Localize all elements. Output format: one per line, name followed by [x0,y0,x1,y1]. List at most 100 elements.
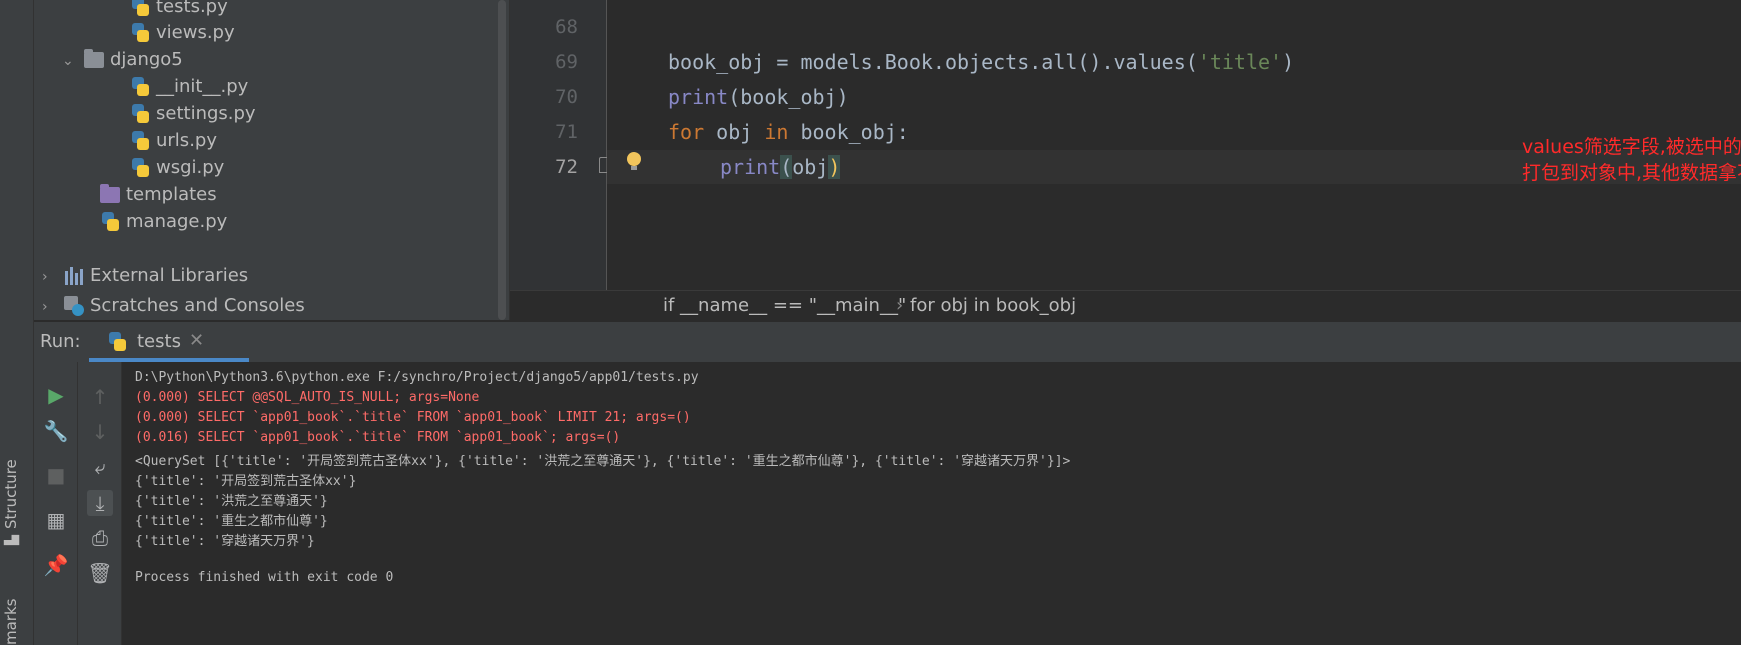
python-file-icon [130,131,150,151]
left-tool-strip: ▙ Structure marks [0,0,34,645]
rerun-icon[interactable]: ▶ [43,382,69,408]
tree-item-label: templates [126,184,217,205]
python-file-icon [107,332,127,352]
arrow-down-icon[interactable]: ↓ [87,419,113,445]
keyword-token: for [668,120,705,144]
run-label: Run: [40,331,81,352]
bracket-token: ( [780,155,793,179]
code-line-71: for obj in book_obj: [668,120,909,144]
tree-item-settings-py[interactable]: settings.py [130,99,256,129]
code-token: book_obj: [788,120,909,144]
chevron-right-icon[interactable]: › [42,262,56,292]
console-line: {'title': '重生之都市仙尊'} [135,514,328,529]
line-number: 71 [555,121,578,143]
project-scrollbar[interactable] [495,0,510,320]
tree-item-init-py[interactable]: __init__.py [130,72,248,102]
python-file-icon [130,0,150,17]
console-line: {'title': '开局签到荒古圣体xx'} [135,474,357,489]
tree-item-urls-py[interactable]: urls.py [130,126,217,156]
run-tab-tests[interactable]: tests ✕ [89,322,249,362]
annotation-line: 打包到对象中,其他数据拿不到了 [1522,162,1741,184]
code-token: obj [792,155,829,179]
builtin-token: print [668,85,729,109]
line-number-current: 72 [555,156,578,178]
python-file-icon [130,158,150,178]
tree-item-django5[interactable]: ⌄ django5 [62,45,183,75]
chevron-down-icon[interactable]: ⌄ [62,46,76,76]
bookmarks-tab[interactable]: marks [2,599,20,645]
tree-item-label: tests.py [156,0,228,17]
run-toolbar-secondary: ↑ ↓ ⤶ ⤓ ⎙ 🗑 [78,362,122,645]
tree-item-label: Scratches and Consoles [90,295,305,316]
breadcrumb-separator: › [896,295,904,316]
close-icon[interactable]: ✕ [189,330,204,351]
stop-icon[interactable]: ■ [43,462,69,488]
structure-tab-label: Structure [2,459,20,529]
library-icon [64,267,84,285]
builtin-token: print [720,155,781,179]
structure-icon: ▙ [5,535,20,545]
pin-icon[interactable]: 📌 [43,552,69,578]
console-line: <QuerySet [{'title': '开局签到荒古圣体xx'}, {'ti… [135,454,1071,469]
breadcrumb-item[interactable]: if __name__ == "__main__" [663,291,906,321]
tree-item-manage-py[interactable]: manage.py [100,207,227,237]
console-line: D:\Python\Python3.6\python.exe F:/synchr… [135,370,699,385]
code-editor[interactable]: 68 69 70 71 72 book_obj = models.Book.ob… [510,0,1741,290]
soft-wrap-icon[interactable]: ⤶ [87,454,113,480]
run-toolbar-primary: ▶ 🔧 ■ ▦ 📌 [34,362,78,645]
breadcrumb: if __name__ == "__main__" › for obj in b… [510,290,1741,321]
chevron-right-icon[interactable]: › [42,292,56,322]
code-token: book_obj = models.Book.objects.all().val… [668,50,1198,74]
console-line: Process finished with exit code 0 [135,570,394,585]
bracket-token: ) [828,155,841,179]
scrollbar-thumb[interactable] [498,0,506,320]
python-file-icon [100,212,120,232]
editor-gutter: 68 69 70 71 72 [510,0,613,290]
string-token: 'title' [1197,50,1283,74]
arrow-up-icon[interactable]: ↑ [87,384,113,410]
console-line: {'title': '穿越诸天万界'} [135,534,315,549]
tree-item-scratches[interactable]: › Scratches and Consoles [42,291,305,321]
tree-item-label: settings.py [156,103,256,124]
wrench-icon[interactable]: 🔧 [43,418,69,444]
tree-item-templates[interactable]: templates [100,180,217,210]
tree-item-wsgi-py[interactable]: wsgi.py [130,153,224,183]
console-line: (0.000) SELECT `app01_book`.`title` FROM… [135,410,691,425]
tree-item-label: views.py [156,22,235,43]
folder-icon [84,49,104,68]
line-number: 68 [555,16,578,38]
python-file-icon [130,104,150,124]
keyword-token: in [764,120,789,144]
tree-item-views-py[interactable]: views.py [130,18,235,48]
tree-item-label: django5 [110,49,183,70]
structure-tab[interactable]: ▙ Structure [2,459,20,545]
trash-icon[interactable]: 🗑 [87,560,113,586]
print-icon[interactable]: ⎙ [87,525,113,551]
run-tab-label: tests [137,331,181,352]
lightbulb-icon[interactable] [626,152,642,170]
bookmarks-tab-label: marks [2,598,20,645]
line-number: 70 [555,86,578,108]
code-token: ) [1282,50,1295,74]
project-tree: tests.py views.py ⌄ django5 __init__.py s… [34,0,495,320]
tree-item-label: manage.py [126,211,228,232]
line-number: 69 [555,51,578,73]
console-line: (0.016) SELECT `app01_book`.`title` FROM… [135,430,621,445]
code-line-70: print(book_obj) [668,85,849,109]
console-line: (0.000) SELECT @@SQL_AUTO_IS_NULL; args=… [135,390,480,405]
layout-icon[interactable]: ▦ [43,507,69,533]
template-folder-icon [100,184,120,203]
tree-item-external-libraries[interactable]: › External Libraries [42,261,248,291]
code-token: obj [704,120,765,144]
red-annotation: values筛选字段,被选中的字段数据 打包到对象中,其他数据拿不到了 [1522,134,1741,186]
scroll-to-end-icon[interactable]: ⤓ [87,490,113,516]
code-line-72: print(obj) [720,155,841,179]
tree-item-label: urls.py [156,130,217,151]
annotation-line: values筛选字段,被选中的字段数据 [1522,136,1741,158]
tree-item-label: __init__.py [156,76,249,97]
breadcrumb-item[interactable]: for obj in book_obj [910,291,1076,321]
console-output[interactable]: D:\Python\Python3.6\python.exe F:/synchr… [122,362,1741,645]
tree-item-label: wsgi.py [156,157,225,178]
code-token: (book_obj) [728,85,849,109]
scratches-icon [64,296,84,316]
